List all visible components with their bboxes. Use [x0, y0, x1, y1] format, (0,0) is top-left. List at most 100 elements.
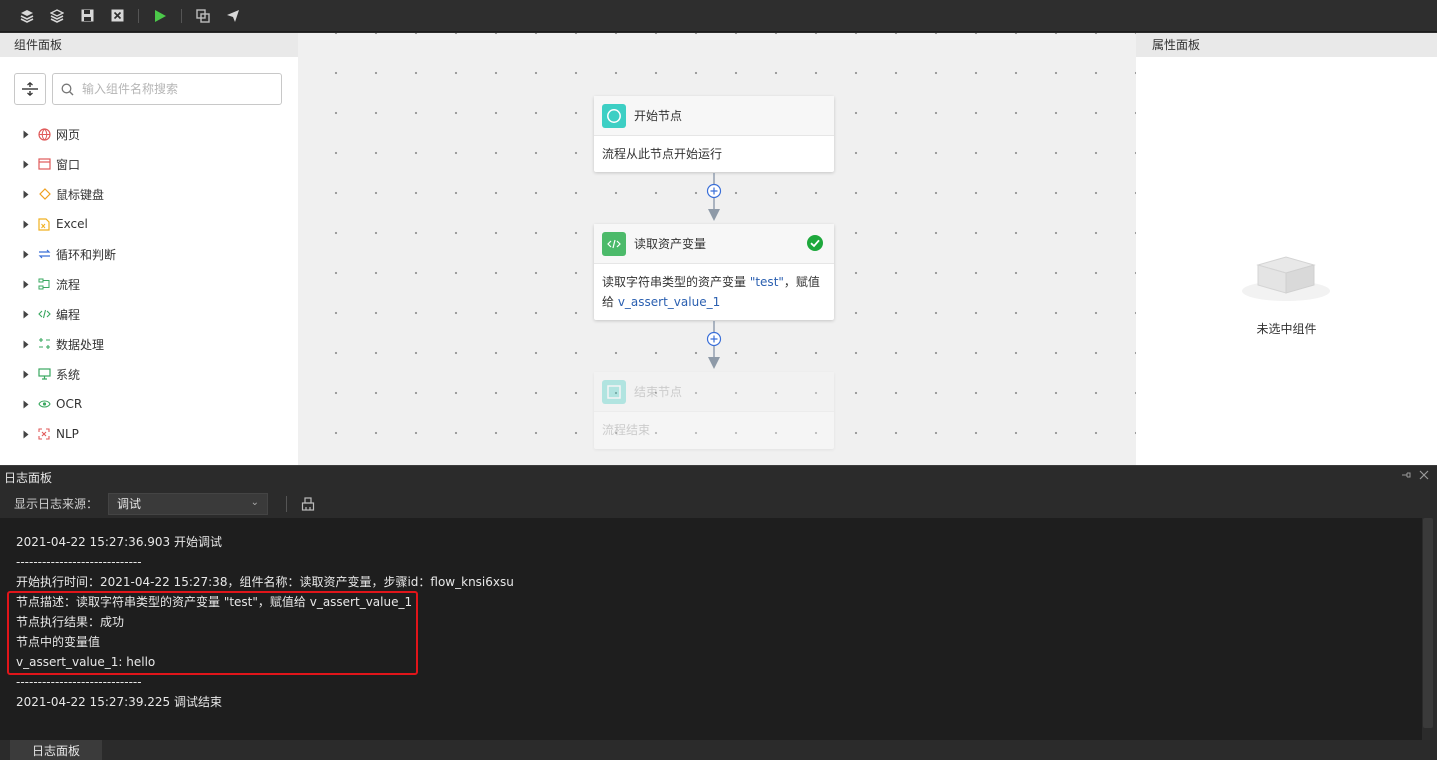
caret-right-icon[interactable]: [20, 280, 32, 289]
log-source-label: 显示日志来源：: [14, 497, 99, 511]
nlp-icon: [35, 427, 53, 441]
clear-log-icon[interactable]: [301, 496, 315, 511]
connector-2: [706, 321, 722, 369]
send-icon[interactable]: [218, 1, 248, 31]
copy-icon[interactable]: [188, 1, 218, 31]
toolbar-divider: [181, 8, 182, 23]
start-node-header: 开始节点: [594, 96, 834, 136]
log-line: -----------------------------: [16, 675, 142, 689]
pin-icon[interactable]: [1401, 470, 1411, 483]
filter-divider: [286, 495, 288, 512]
empty-state-text: 未选中组件: [1256, 322, 1317, 336]
tree-item[interactable]: 循环和判断: [20, 239, 116, 269]
tree-item-label: 数据处理: [56, 337, 105, 352]
tree-item[interactable]: 窗口: [20, 149, 116, 179]
read-asset-node-header: 读取资产变量: [594, 224, 834, 264]
close-icon[interactable]: [102, 1, 132, 31]
tree-item-label: 网页: [56, 127, 81, 142]
end-node-header: 结束节点: [594, 372, 834, 412]
property-panel-title: 属性面板: [1136, 33, 1437, 57]
component-tree: 网页窗口鼠标键盘 Excel 循环和判断流程编程数据处理系统 OCR NLP: [20, 119, 116, 449]
caret-right-icon[interactable]: [20, 130, 32, 139]
tree-item-label: Excel: [56, 217, 88, 231]
tree-item[interactable]: 流程: [20, 269, 116, 299]
start-node[interactable]: 开始节点 流程从此节点开始运行: [594, 96, 834, 172]
tree-item[interactable]: OCR: [20, 389, 116, 419]
start-node-description: 流程从此节点开始运行: [602, 147, 723, 161]
flow-icon: [35, 277, 53, 291]
success-check-icon: [807, 235, 823, 251]
component-panel-title: 组件面板: [0, 33, 298, 57]
log-panel-title: 日志面板: [4, 471, 53, 485]
tree-item[interactable]: NLP: [20, 419, 116, 449]
search-icon: [61, 83, 74, 95]
tree-item-label: 编程: [56, 307, 81, 322]
data-icon: [35, 337, 53, 351]
search-input[interactable]: [82, 82, 272, 96]
empty-box-icon: [1242, 256, 1330, 301]
bottom-tab-bar: 日志面板: [0, 740, 1437, 760]
log-source-value: 调试: [117, 497, 142, 511]
tree-item[interactable]: 数据处理: [20, 329, 116, 359]
property-panel: 属性面板 未选中组件: [1136, 33, 1437, 465]
caret-right-icon[interactable]: [20, 430, 32, 439]
search-row: [14, 73, 282, 105]
log-source-select[interactable]: 调试 ⌄: [108, 492, 269, 515]
log-line: 2021-04-22 15:27:36.903 开始调试: [16, 535, 222, 549]
expand-collapse-button[interactable]: [14, 73, 46, 105]
component-panel: 组件面板 网页窗口鼠标键盘 Excel 循环和判断流程编程数据处理系统 OCR NLP: [0, 33, 298, 465]
connector-1: [706, 173, 722, 221]
tree-item[interactable]: 网页: [20, 119, 116, 149]
excel-icon: [35, 217, 53, 231]
end-node-description: 流程结束: [602, 423, 651, 437]
read-asset-node-title: 读取资产变量: [634, 237, 707, 251]
code-icon: [35, 307, 53, 321]
end-node-icon: [602, 379, 626, 404]
toolbar-divider: [138, 8, 139, 23]
caret-right-icon[interactable]: [20, 250, 32, 259]
tree-item-label: 系统: [56, 367, 81, 382]
run-icon[interactable]: [145, 1, 175, 31]
highlight-box: [7, 591, 418, 675]
end-node[interactable]: 结束节点 流程结束: [594, 372, 834, 449]
start-node-icon: [602, 103, 626, 128]
tree-item[interactable]: Excel: [20, 209, 116, 239]
log-line: 2021-04-22 15:27:39.225 调试结束: [16, 695, 222, 709]
search-field[interactable]: [52, 73, 282, 105]
tree-item-label: NLP: [56, 427, 79, 441]
window-icon: [35, 157, 53, 171]
log-line: 开始执行时间：2021-04-22 15:27:38，组件名称：读取资产变量，步…: [16, 575, 514, 589]
tree-item[interactable]: 鼠标键盘: [20, 179, 116, 209]
start-node-title: 开始节点: [634, 109, 683, 123]
end-node-title: 结束节点: [634, 385, 683, 399]
globe-icon: [35, 127, 53, 141]
tab-log-panel[interactable]: 日志面板: [10, 740, 102, 760]
read-asset-node[interactable]: 读取资产变量 读取字符串类型的资产变量 "test"，赋值给 v_assert_…: [594, 224, 834, 320]
caret-right-icon[interactable]: [20, 190, 32, 199]
flow-canvas[interactable]: 开始节点 流程从此节点开始运行 读取资产变量 读取字符串类型的资产变量 "tes…: [298, 33, 1136, 465]
caret-right-icon[interactable]: [20, 400, 32, 409]
tree-item[interactable]: 系统: [20, 359, 116, 389]
layers-up-icon[interactable]: [12, 1, 42, 31]
layers-down-icon[interactable]: [42, 1, 72, 31]
eraser-icon: [35, 187, 53, 201]
caret-right-icon[interactable]: [20, 370, 32, 379]
close-log-icon[interactable]: [1419, 470, 1429, 483]
expand-collapse-icon: [22, 82, 38, 96]
log-filter-bar: 显示日志来源： 调试 ⌄: [0, 489, 1437, 518]
read-asset-node-description: 读取字符串类型的资产变量 "test"，赋值给 v_assert_value_1: [594, 264, 834, 320]
log-scrollbar[interactable]: [1423, 518, 1433, 728]
tree-item-label: 循环和判断: [56, 247, 117, 262]
caret-right-icon[interactable]: [20, 340, 32, 349]
caret-right-icon[interactable]: [20, 220, 32, 229]
caret-right-icon[interactable]: [20, 160, 32, 169]
loop-icon: [35, 247, 53, 261]
desc-prefix: 读取字符串类型的资产变量: [602, 275, 750, 289]
tree-item-label: 鼠标键盘: [56, 187, 105, 202]
desc-variable: "test": [749, 275, 784, 289]
desc-target: v_assert_value_1: [617, 295, 721, 309]
caret-right-icon[interactable]: [20, 310, 32, 319]
save-icon[interactable]: [72, 1, 102, 31]
tree-item[interactable]: 编程: [20, 299, 116, 329]
tree-item-label: 窗口: [56, 157, 81, 172]
